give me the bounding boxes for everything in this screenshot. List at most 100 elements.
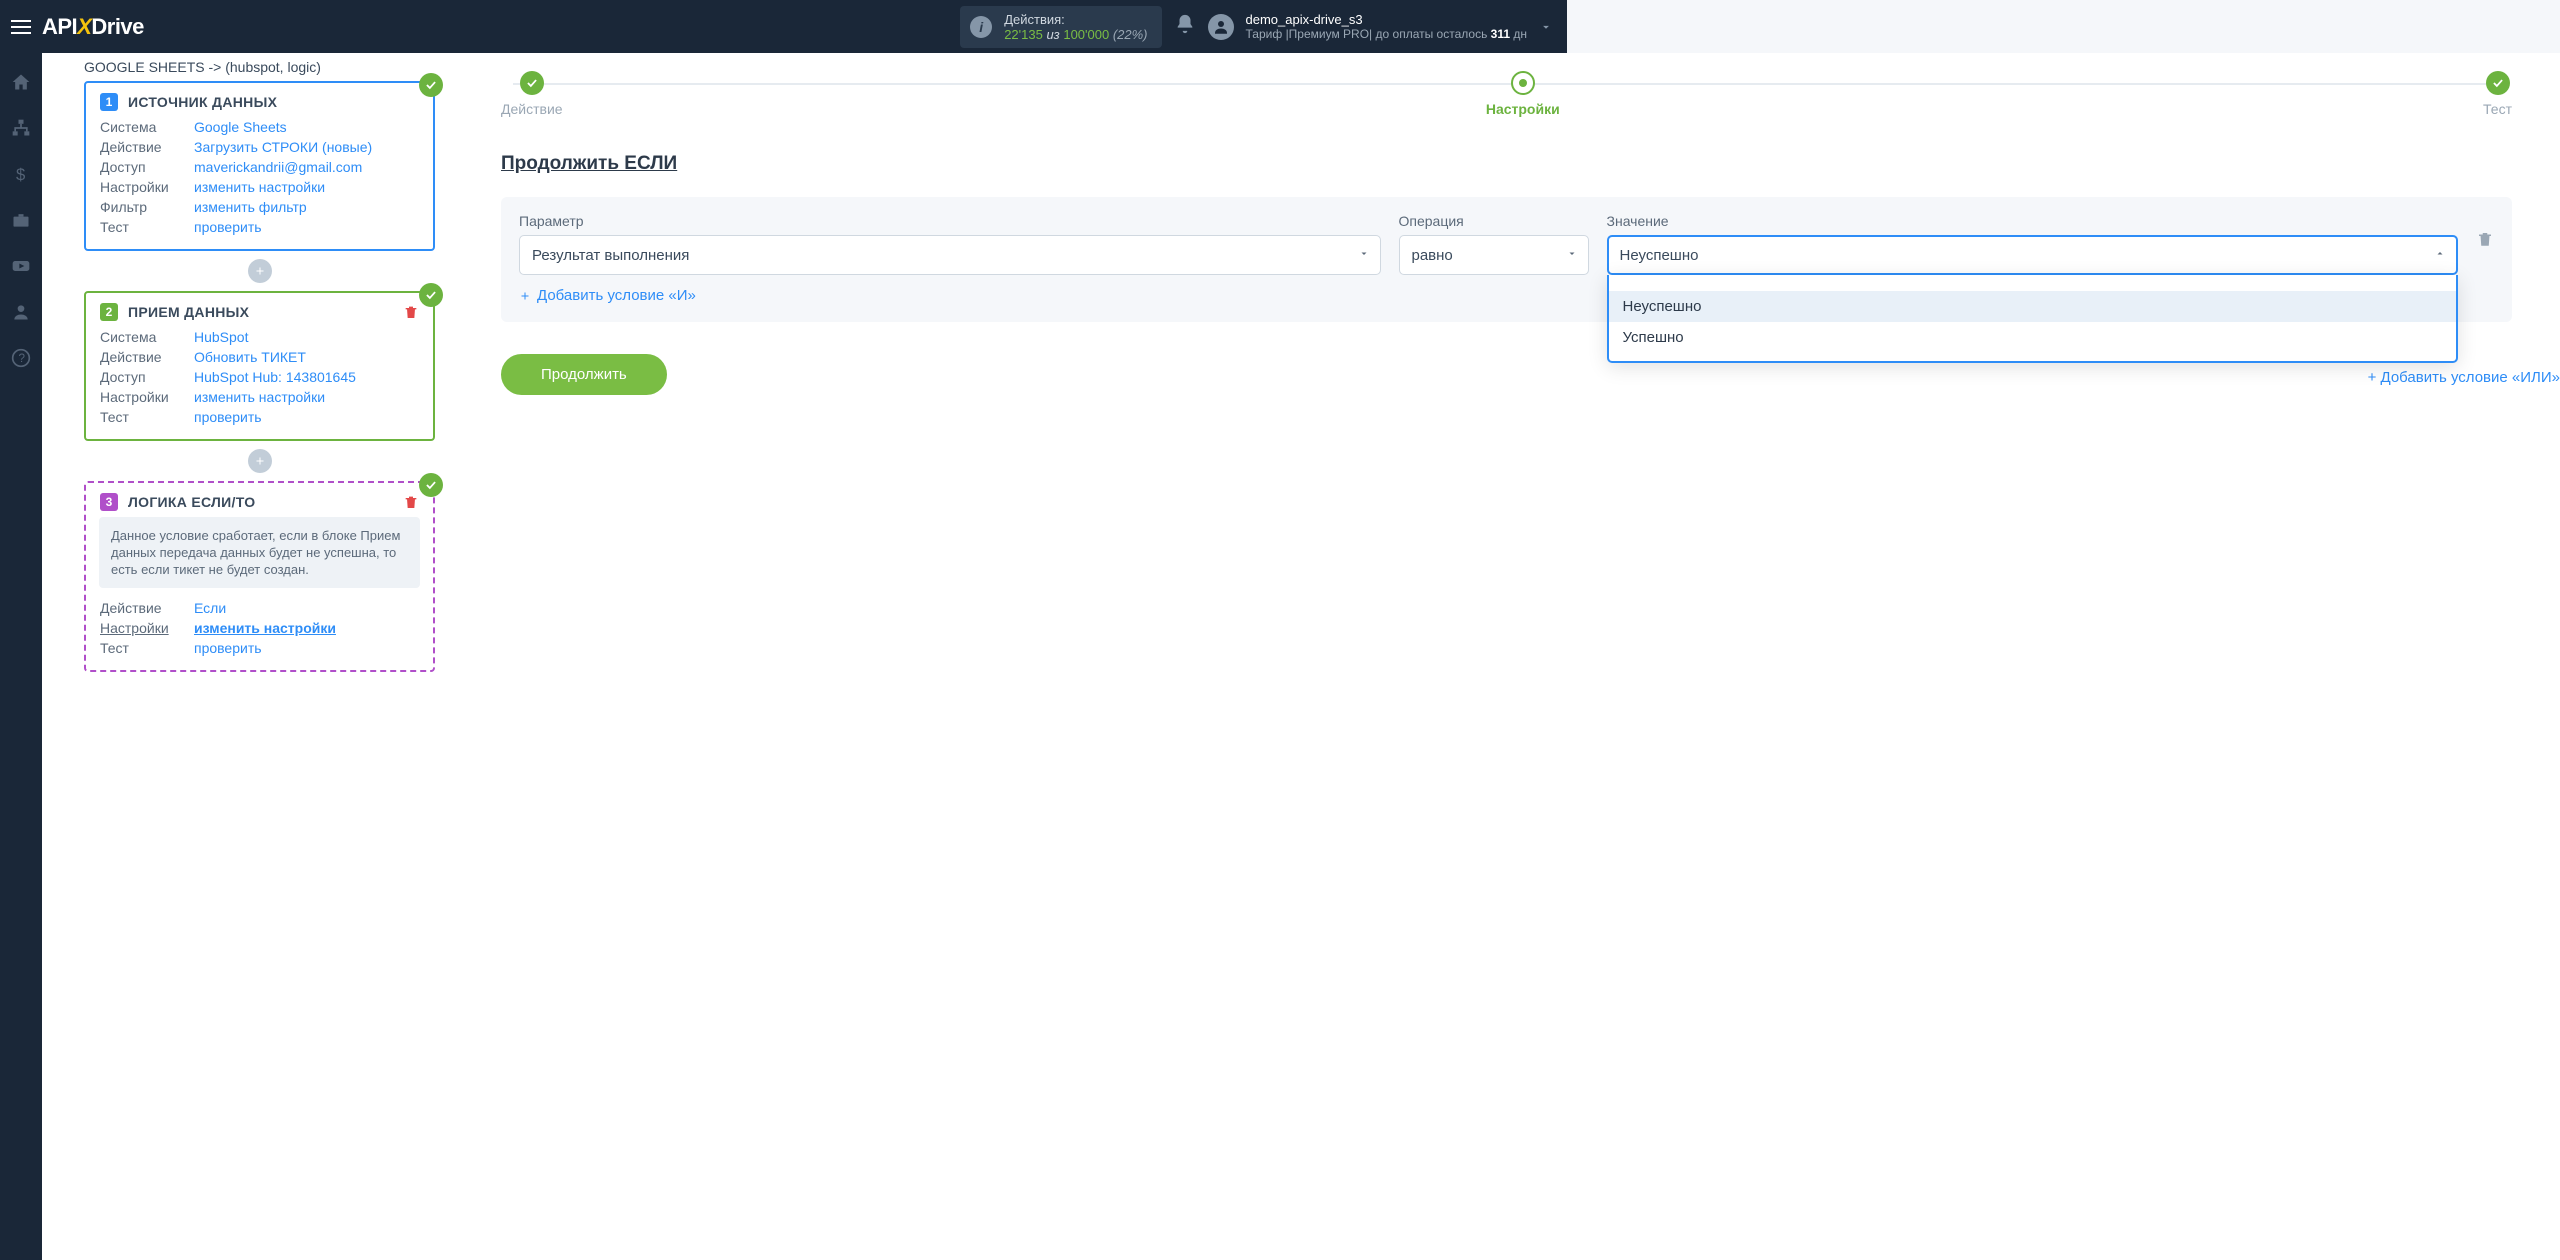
info-icon: i [970, 16, 992, 38]
operation-value: равно [1412, 247, 1453, 264]
stepper-settings[interactable]: Настройки [1486, 71, 1560, 117]
sub-days: 311 [1491, 27, 1510, 41]
access-link[interactable]: HubSpot Hub: 143801645 [194, 367, 356, 387]
left-panel: GOOGLE SHEETS -> (hubspot, logic) 1 ИСТО… [42, 53, 467, 1260]
actions-label: Действия: [1004, 12, 1147, 27]
settings-link[interactable]: изменить настройки [194, 177, 325, 197]
param-label: Параметр [519, 213, 1381, 229]
plus-icon [254, 265, 266, 277]
operation-column: Операция равно [1399, 213, 1589, 275]
param-select[interactable]: Результат выполнения [519, 235, 1381, 275]
settings-link[interactable]: изменить настройки [194, 618, 336, 638]
row-label: Тест [100, 217, 186, 237]
user-name: demo_apix-drive_s3 [1246, 12, 1527, 27]
avatar[interactable] [1208, 14, 1234, 40]
stepper-action[interactable]: Действие [501, 71, 563, 117]
test-link[interactable]: проверить [194, 407, 262, 427]
plus-icon [254, 455, 266, 467]
chevron-down-icon[interactable] [1539, 20, 1553, 34]
source-block[interactable]: 1 ИСТОЧНИК ДАННЫХ СистемаGoogle Sheets Д… [84, 81, 435, 251]
action-link[interactable]: Загрузить СТРОКИ (новые) [194, 137, 372, 157]
logic-block[interactable]: 3 ЛОГИКА ЕСЛИ/ТО Данное условие сработае… [84, 481, 435, 672]
header-right: i Действия: 22'135 из 100'000 (22%) demo… [960, 6, 1567, 48]
add-or-label: + Добавить условие «ИЛИ» [2368, 369, 2560, 386]
system-link[interactable]: Google Sheets [194, 117, 287, 137]
destination-block[interactable]: 2 ПРИЕМ ДАННЫХ СистемаHubSpot ДействиеОб… [84, 291, 435, 441]
youtube-icon [11, 256, 31, 276]
trash-icon[interactable] [403, 494, 419, 510]
check-badge [419, 283, 443, 307]
system-link[interactable]: HubSpot [194, 327, 248, 347]
action-link[interactable]: Обновить ТИКЕТ [194, 347, 306, 367]
row-label: Действие [100, 137, 186, 157]
dropdown-option-successful[interactable]: Успешно [1609, 322, 2457, 353]
actions-pct: (22%) [1109, 27, 1147, 42]
settings-link[interactable]: изменить настройки [194, 387, 325, 407]
bell-icon [1174, 13, 1196, 35]
test-link[interactable]: проверить [194, 217, 262, 237]
value-dropdown: Неуспешно Успешно [1607, 275, 2459, 363]
row-label: Действие [100, 347, 186, 367]
nav-tools[interactable] [2, 201, 40, 239]
add-and-label: Добавить условие «И» [537, 287, 696, 304]
nav-billing[interactable]: $ [2, 155, 40, 193]
user-info[interactable]: demo_apix-drive_s3 Тариф |Премиум PRO| д… [1246, 12, 1527, 42]
breadcrumb: GOOGLE SHEETS -> (hubspot, logic) [84, 53, 435, 81]
side-nav: $ ? [0, 53, 42, 1260]
step-number: 2 [100, 303, 118, 321]
user-subscription: Тариф |Премиум PRO| до оплаты осталось 3… [1246, 27, 1527, 42]
main-area: GOOGLE SHEETS -> (hubspot, logic) 1 ИСТО… [42, 53, 2560, 1260]
step-title: ЛОГИКА ЕСЛИ/ТО [128, 494, 255, 510]
row-label: Настройки [100, 177, 186, 197]
row-label: Тест [100, 638, 186, 658]
user-icon [1212, 18, 1230, 36]
delete-condition-icon[interactable] [2476, 230, 2494, 248]
nav-connections[interactable] [2, 109, 40, 147]
logo-api: API [42, 14, 77, 39]
action-link[interactable]: Если [194, 598, 226, 618]
add-or-condition[interactable]: + Добавить условие «ИЛИ» [2368, 369, 2560, 386]
nav-video[interactable] [2, 247, 40, 285]
nav-help[interactable]: ? [2, 339, 40, 377]
chevron-up-icon [2434, 248, 2446, 260]
step-label: Действие [501, 101, 563, 117]
check-icon [525, 76, 539, 90]
nav-home[interactable] [2, 63, 40, 101]
dollar-icon: $ [11, 164, 31, 184]
notifications-button[interactable] [1174, 13, 1196, 40]
continue-button[interactable]: Продолжить [501, 354, 667, 395]
logo[interactable]: APIXDrive [42, 14, 144, 40]
actions-quota-box[interactable]: i Действия: 22'135 из 100'000 (22%) [960, 6, 1161, 48]
plus-icon [519, 290, 531, 302]
operation-label: Операция [1399, 213, 1589, 229]
sitemap-icon [11, 118, 31, 138]
operation-select[interactable]: равно [1399, 235, 1589, 275]
stepper-test[interactable]: Тест [2483, 71, 2512, 117]
nav-account[interactable] [2, 293, 40, 331]
add-step-button[interactable] [248, 259, 272, 283]
burger-icon [11, 20, 31, 34]
value-select[interactable]: Неуспешно Неуспешно Успешно [1607, 235, 2459, 275]
row-label: Настройки [100, 618, 186, 638]
value-label: Значение [1607, 213, 2459, 229]
actions-total: 100'000 [1063, 27, 1109, 42]
home-icon [11, 72, 31, 92]
menu-toggle[interactable] [0, 20, 42, 34]
logic-note: Данное условие сработает, если в блоке П… [99, 517, 420, 588]
check-icon [2491, 76, 2505, 90]
row-label: Доступ [100, 157, 186, 177]
trash-icon[interactable] [403, 304, 419, 320]
row-label: Доступ [100, 367, 186, 387]
actions-of: из [1043, 27, 1064, 42]
row-label: Тест [100, 407, 186, 427]
filter-link[interactable]: изменить фильтр [194, 197, 307, 217]
step-number: 1 [100, 93, 118, 111]
condition-group: Параметр Результат выполнения Операция р… [501, 197, 2512, 322]
app-header: APIXDrive i Действия: 22'135 из 100'000 … [0, 0, 1567, 53]
add-step-button[interactable] [248, 449, 272, 473]
person-icon [11, 302, 31, 322]
dropdown-option-unsuccessful[interactable]: Неуспешно [1609, 291, 2457, 322]
param-value: Результат выполнения [532, 247, 689, 264]
access-link[interactable]: maverickandrii@gmail.com [194, 157, 362, 177]
test-link[interactable]: проверить [194, 638, 262, 658]
